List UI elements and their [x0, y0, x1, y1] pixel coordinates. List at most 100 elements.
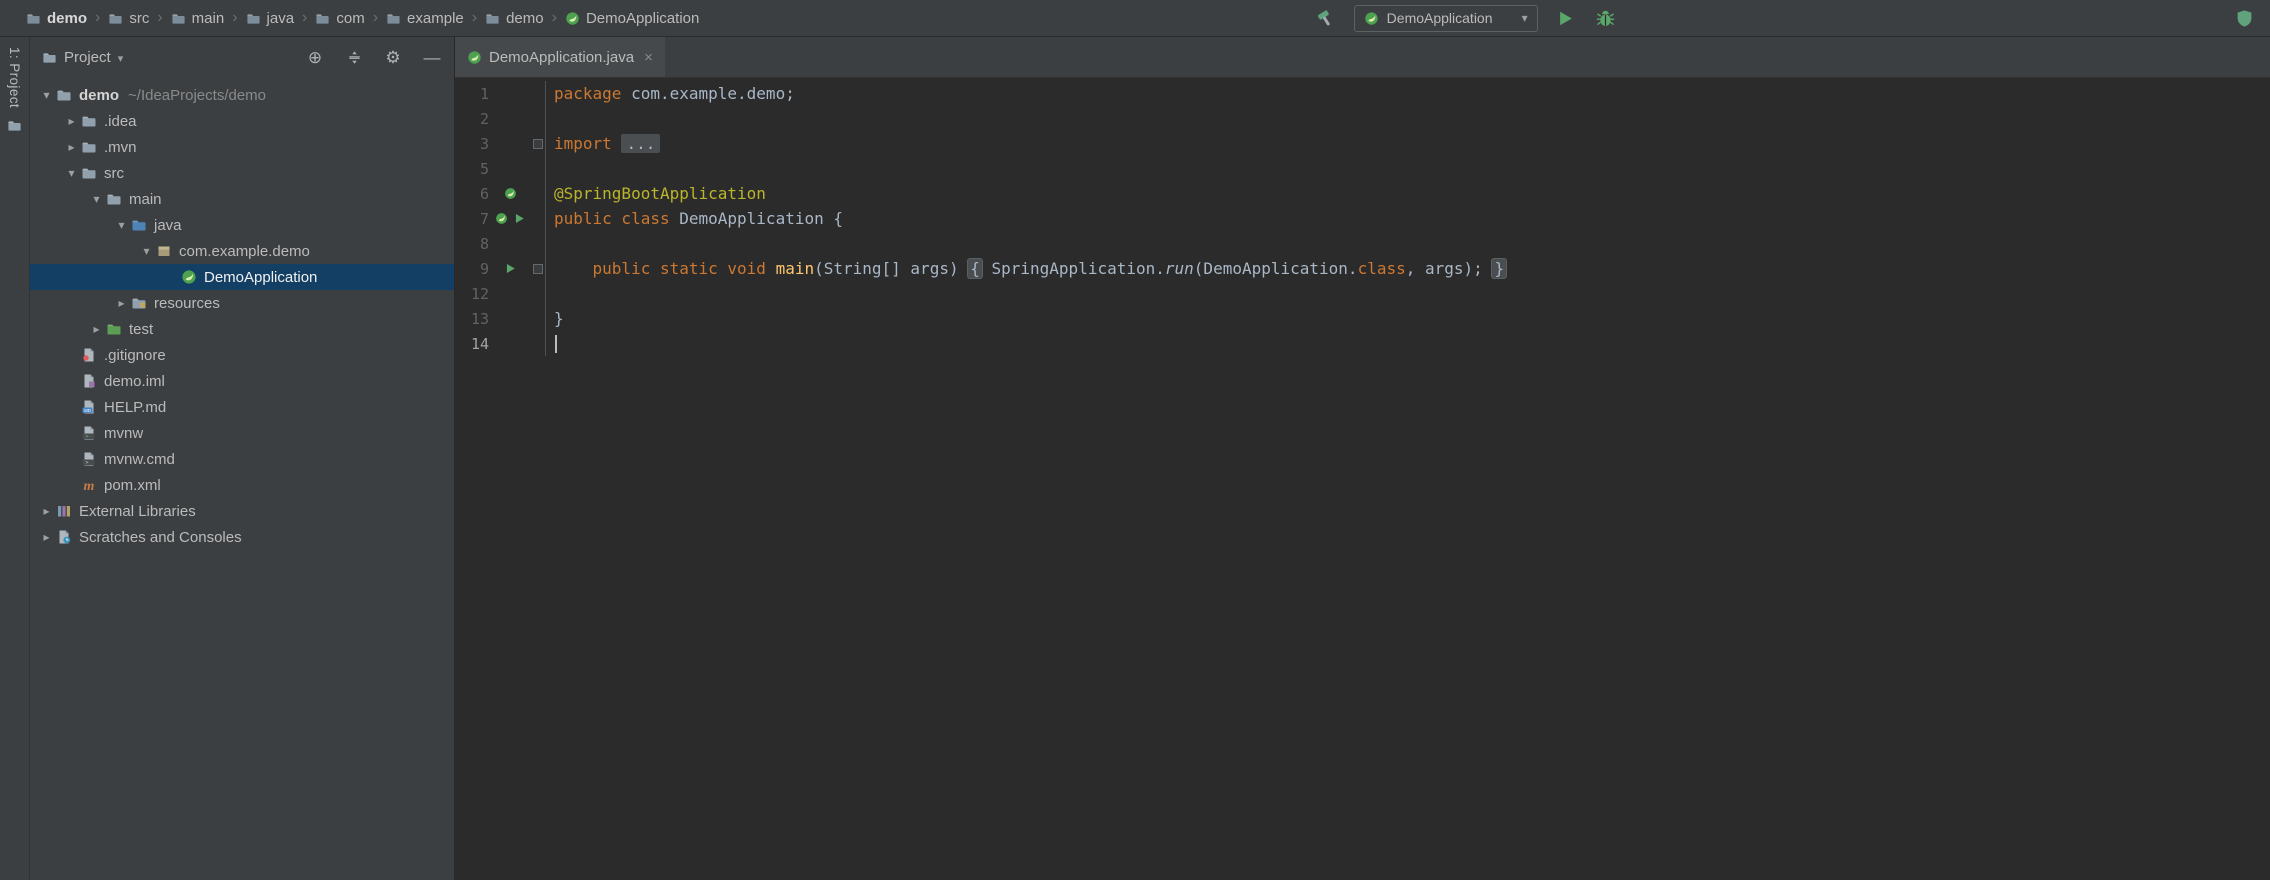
code-token[interactable]: { [968, 259, 982, 278]
tree-item-label: Scratches and Consoles [79, 529, 242, 546]
breadcrumb-item[interactable]: com [315, 10, 364, 27]
scratches-icon [55, 529, 73, 545]
code-token[interactable]: } [1492, 259, 1506, 278]
breadcrumb-item[interactable]: src [108, 10, 149, 27]
run-button[interactable] [1554, 6, 1578, 30]
folder-icon [80, 165, 98, 181]
tree-item-java[interactable]: ▾ java [30, 212, 454, 238]
tree-item-label: main [129, 191, 162, 208]
breadcrumb-item[interactable]: example [386, 10, 464, 27]
svg-text:MD: MD [84, 408, 91, 413]
breadcrumb-separator: › [373, 9, 378, 27]
gutter-icons [489, 187, 531, 200]
chevron-collapsed-icon[interactable]: ▸ [38, 504, 55, 518]
line-number: 7 [455, 210, 489, 228]
md-file-icon: MD [80, 399, 98, 415]
tree-item--mvn[interactable]: ▸.mvn [30, 134, 454, 160]
spring-bean-icon[interactable] [504, 187, 517, 200]
text-caret [555, 335, 557, 353]
tree-item-main[interactable]: ▾ main [30, 186, 454, 212]
chevron-collapsed-icon[interactable]: ▸ [88, 322, 105, 336]
code-line[interactable]: 5 [455, 156, 2270, 181]
breadcrumb-item[interactable]: main [171, 10, 225, 27]
chevron-collapsed-icon[interactable]: ▸ [38, 530, 55, 544]
code-line[interactable]: 9 public static void main(String[] args)… [455, 256, 2270, 281]
run-config-select[interactable]: DemoApplication ▾ [1354, 5, 1538, 32]
code-line[interactable]: 12 [455, 281, 2270, 306]
tree-item-help-md[interactable]: MDHELP.md [30, 394, 454, 420]
gutter-icons [489, 212, 531, 225]
code-line[interactable]: 6@SpringBootApplication [455, 181, 2270, 206]
tree-item-mvnw[interactable]: >_mvnw [30, 420, 454, 446]
folder-dark-icon [171, 11, 186, 26]
spring-bean-icon[interactable] [495, 212, 508, 225]
chevron-expanded-icon[interactable]: ▾ [88, 192, 105, 206]
panel-title[interactable]: Project [64, 49, 111, 66]
project-panel-header: Project ▾ ⊕ ⚙ — [30, 37, 454, 78]
iml-file-icon [80, 373, 98, 389]
breadcrumb-item[interactable]: DemoApplication [565, 10, 699, 27]
tree-item-mvnw-cmd[interactable]: >_ mvnw.cmd [30, 446, 454, 472]
code-line[interactable]: 1package com.example.demo; [455, 81, 2270, 106]
breadcrumb-item[interactable]: java [246, 10, 295, 27]
left-tool-stripe: 1: Project [0, 37, 30, 880]
hide-icon[interactable]: — [422, 48, 442, 68]
main-area: 1: Project Project ▾ ⊕ ⚙ — ▾demo~/IdeaProj… [0, 37, 2270, 880]
chevron-down-icon: ▾ [1522, 11, 1528, 25]
code-editor[interactable]: 1package com.example.demo; 2 3import ...56… [455, 78, 2270, 880]
tree-item--gitignore[interactable]: .gitignore [30, 342, 454, 368]
breadcrumb-item[interactable]: demo [485, 10, 544, 27]
code-line[interactable]: 8 [455, 231, 2270, 256]
chevron-expanded-icon[interactable]: ▾ [113, 218, 130, 232]
run-gutter-icon[interactable] [513, 212, 526, 225]
svg-text:m: m [84, 479, 95, 493]
code-line[interactable]: 3import ... [455, 131, 2270, 156]
chevron-collapsed-icon[interactable]: ▸ [63, 140, 80, 154]
close-icon[interactable]: × [644, 49, 653, 66]
breadcrumb-label: demo [506, 10, 544, 27]
run-toolbar: DemoApplication ▾ [1314, 5, 1618, 32]
fold-marker-icon[interactable] [533, 139, 543, 149]
cmd-file-icon: >_ [80, 451, 98, 467]
breadcrumb-label: com [336, 10, 364, 27]
tree-item-label: java [154, 217, 182, 234]
code-line[interactable]: 14 [455, 331, 2270, 356]
code-line[interactable]: 2 [455, 106, 2270, 131]
editor-tab[interactable]: DemoApplication.java × [455, 37, 665, 77]
collapse-all-icon[interactable] [344, 48, 364, 68]
code-token[interactable]: ... [621, 134, 660, 153]
chevron-collapsed-icon[interactable]: ▸ [113, 296, 130, 310]
tree-item-demo[interactable]: ▾demo~/IdeaProjects/demo [30, 82, 454, 108]
build-hammer-icon[interactable] [1314, 6, 1338, 30]
tree-item-resources[interactable]: ▸resources [30, 290, 454, 316]
fold-marker-icon[interactable] [533, 264, 543, 274]
chevron-expanded-icon[interactable]: ▾ [138, 244, 155, 258]
breadcrumb-item[interactable]: demo [26, 10, 87, 27]
tree-item-scratches-and-consoles[interactable]: ▸ Scratches and Consoles [30, 524, 454, 550]
tree-item-label: mvnw.cmd [104, 451, 175, 468]
locate-icon[interactable]: ⊕ [305, 48, 325, 68]
tree-item--idea[interactable]: ▸.idea [30, 108, 454, 134]
folder-icon [105, 191, 123, 207]
tree-item-com-example-demo[interactable]: ▾com.example.demo [30, 238, 454, 264]
tree-item-external-libraries[interactable]: ▸External Libraries [30, 498, 454, 524]
tree-item-pom-xml[interactable]: mpom.xml [30, 472, 454, 498]
project-stripe-button[interactable]: 1: Project [7, 47, 22, 133]
run-gutter-icon[interactable] [504, 262, 517, 275]
chevron-collapsed-icon[interactable]: ▸ [63, 114, 80, 128]
chevron-expanded-icon[interactable]: ▾ [38, 88, 55, 102]
chevron-down-icon[interactable]: ▾ [118, 52, 124, 65]
tree-item-demoapplication[interactable]: DemoApplication [30, 264, 454, 290]
code-line[interactable]: 13} [455, 306, 2270, 331]
code-line[interactable]: 7public class DemoApplication { [455, 206, 2270, 231]
tree-item-src[interactable]: ▾src [30, 160, 454, 186]
tree-item-test[interactable]: ▸test [30, 316, 454, 342]
debug-button[interactable] [1594, 6, 1618, 30]
line-number: 2 [455, 110, 489, 128]
tree-item-demo-iml[interactable]: demo.iml [30, 368, 454, 394]
folder-icon [7, 118, 22, 133]
code-text: } [545, 306, 2270, 331]
coverage-button[interactable] [2232, 6, 2256, 30]
chevron-expanded-icon[interactable]: ▾ [63, 166, 80, 180]
settings-icon[interactable]: ⚙ [383, 48, 403, 68]
